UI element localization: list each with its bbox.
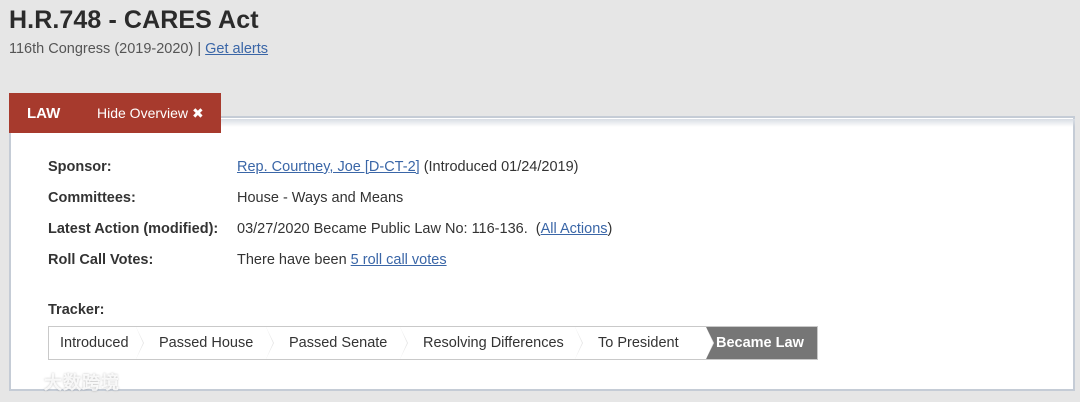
roll-call-label: Roll Call Votes: (48, 252, 154, 268)
close-icon: ✖ (192, 104, 204, 121)
tracker-label: Tracker: (48, 302, 105, 318)
tracker-step-resolving-differences: Resolving Differences (400, 327, 583, 359)
latest-action-label: Latest Action (modified): (48, 221, 219, 237)
bill-overview-page: H.R.748 - CARES Act 116th Congress (2019… (0, 0, 1080, 402)
roll-call-votes-link[interactable]: 5 roll call votes (351, 252, 447, 268)
watermark: 大数跨境 (12, 369, 120, 395)
tracker-step-introduced: Introduced (49, 327, 144, 359)
status-tracker: Introduced Passed House Passed Senate Re… (48, 326, 818, 360)
sponsor-row: Sponsor: Rep. Courtney, Joe [D-CT-2] (In… (48, 159, 578, 175)
tracker-step-became-law: Became Law (706, 327, 817, 359)
watermark-text: 大数跨境 (44, 373, 120, 393)
hide-overview-label: Hide Overview (97, 105, 189, 121)
law-status-tab: LAW (27, 104, 61, 122)
sponsor-link[interactable]: Rep. Courtney, Joe [D-CT-2] (237, 159, 420, 175)
committees-label: Committees: (48, 190, 136, 206)
latest-action-suffix: ) (607, 221, 613, 237)
tracker-step-passed-senate: Passed Senate (266, 327, 408, 359)
roll-call-value: There have been 5 roll call votes (237, 252, 447, 268)
all-actions-link[interactable]: All Actions (541, 221, 608, 237)
watermark-logo-icon (12, 375, 38, 388)
bill-subtitle: 116th Congress (2019-2020) | Get alerts (9, 41, 268, 57)
committees-row: Committees: House - Ways and Means (48, 190, 403, 206)
tracker-step-passed-house: Passed House (136, 327, 274, 359)
sponsor-introduced: (Introduced 01/24/2019) (419, 159, 579, 175)
hide-overview-button[interactable]: Hide Overview ✖ (97, 105, 204, 122)
congress-label: 116th Congress (2019-2020) | (9, 41, 202, 57)
latest-action-value: 03/27/2020 Became Public Law No: 116-136… (237, 221, 612, 237)
status-tab-bar: LAW Hide Overview ✖ (9, 93, 221, 133)
get-alerts-link[interactable]: Get alerts (205, 41, 268, 57)
sponsor-label: Sponsor: (48, 159, 112, 175)
roll-call-prefix: There have been (237, 252, 351, 268)
latest-action-row: Latest Action (modified): 03/27/2020 Bec… (48, 221, 612, 237)
bill-title: H.R.748 - CARES Act (9, 6, 259, 34)
committees-value: House - Ways and Means (237, 190, 404, 206)
tracker-step-to-president: To President (575, 327, 714, 359)
roll-call-row: Roll Call Votes: There have been 5 roll … (48, 252, 447, 268)
sponsor-value: Rep. Courtney, Joe [D-CT-2] (Introduced … (237, 159, 578, 175)
latest-action-text: 03/27/2020 Became Public Law No: 116-136… (237, 221, 541, 237)
